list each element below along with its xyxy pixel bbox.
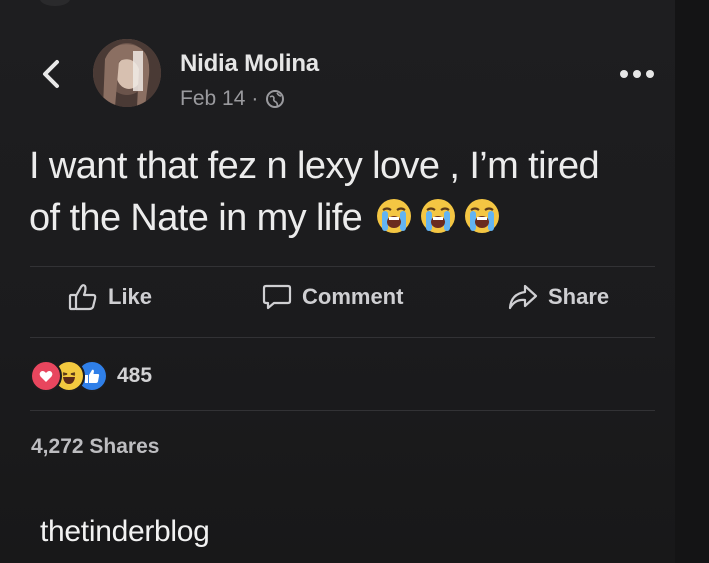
avatar[interactable] [93, 39, 161, 107]
comment-icon [262, 284, 292, 310]
reaction-summary[interactable]: 485 [30, 360, 152, 392]
watermark-text: thetinderblog [40, 515, 210, 548]
share-arrow-icon [508, 284, 538, 310]
like-label: Like [108, 284, 153, 309]
comment-button[interactable]: Comment [262, 283, 403, 311]
back-chevron-icon[interactable] [34, 54, 68, 94]
share-button[interactable]: Share [508, 283, 609, 311]
post-text-line-2-wrap: of the Nate in my life [29, 192, 659, 244]
like-button[interactable]: Like [68, 283, 152, 311]
emoji-group [374, 196, 502, 236]
author-name[interactable]: Nidia Molina [180, 50, 319, 78]
post-text-line-2: of the Nate in my life [29, 197, 363, 239]
crying-emoji-icon [462, 196, 502, 236]
divider [30, 337, 655, 338]
meta-separator: · [251, 87, 259, 110]
post-body: I want that fez n lexy love , I’m tired … [29, 140, 659, 244]
more-options-icon[interactable] [620, 66, 654, 82]
divider [30, 410, 655, 411]
crying-emoji-icon [418, 196, 458, 236]
share-label: Share [548, 284, 610, 309]
screen-edge [675, 0, 709, 563]
reaction-count: 485 [117, 364, 153, 387]
thumbs-up-icon [68, 284, 97, 311]
crying-emoji-icon [374, 196, 414, 236]
divider [30, 266, 655, 267]
shares-count[interactable]: 4,272 Shares [31, 435, 159, 459]
globe-icon [265, 89, 285, 109]
love-reaction-icon [30, 360, 62, 392]
post-date[interactable]: Feb 14 [180, 87, 245, 111]
post-text-line-1: I want that fez n lexy love , I’m tired [29, 145, 600, 187]
comment-label: Comment [302, 284, 404, 309]
post-meta: Feb 14 · [180, 87, 285, 111]
